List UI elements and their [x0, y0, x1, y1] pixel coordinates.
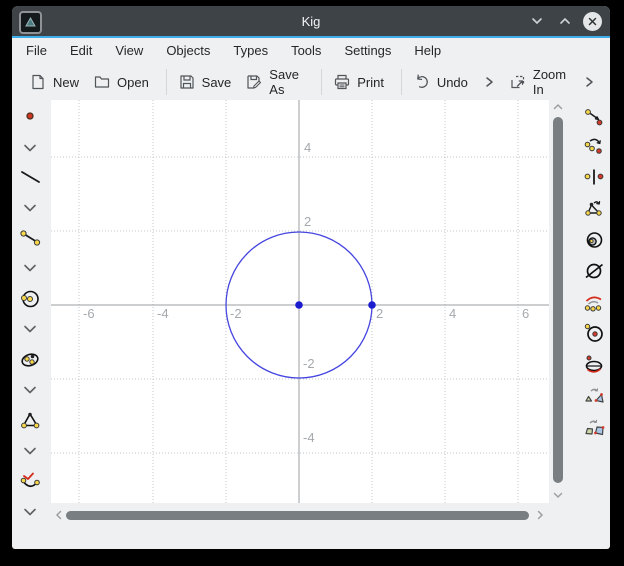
y-axis-label: -2 — [303, 356, 315, 371]
menu-view[interactable]: View — [115, 43, 143, 58]
menu-objects[interactable]: Objects — [166, 43, 210, 58]
new-button[interactable]: New — [30, 74, 79, 90]
horizontal-scrollbar-thumb[interactable] — [66, 511, 529, 520]
new-document-icon — [30, 74, 46, 90]
menubar: File Edit View Objects Types Tools Setti… — [12, 38, 610, 62]
zoom-in-icon — [510, 74, 526, 90]
scale-tool[interactable] — [582, 228, 606, 252]
undo-icon — [414, 74, 430, 90]
circle-tool-dropdown-chevron[interactable] — [18, 317, 42, 341]
inversion-tool[interactable] — [582, 259, 606, 283]
circle-inversion-tool[interactable] — [582, 321, 606, 345]
conic-inversion-tool[interactable] — [582, 353, 606, 377]
point-reflection-tool[interactable] — [582, 165, 606, 189]
point-tool-dropdown-chevron[interactable] — [18, 136, 42, 160]
vertical-scrollbar-thumb[interactable] — [553, 117, 563, 483]
similitude-tool[interactable] — [582, 384, 606, 408]
desktop-background: { "titlebar": { "title": "Kig" }, "menub… — [0, 0, 624, 566]
undo-button[interactable]: Undo — [414, 74, 468, 90]
conic-tool[interactable] — [18, 348, 42, 372]
kig-window: Kig File Edit View Objects Types Tools S… — [12, 6, 610, 549]
x-axis-label: -2 — [230, 306, 242, 321]
scroll-down-arrow[interactable] — [551, 488, 565, 502]
close-button[interactable] — [583, 12, 602, 31]
translate-tool[interactable] — [582, 105, 606, 129]
undo-group-expand-chevron[interactable] — [483, 76, 495, 88]
conic-tool-dropdown-chevron[interactable] — [18, 378, 42, 402]
main-toolbar: New Open Save Save As Print — [12, 62, 610, 102]
axis-reflection-tool[interactable] — [582, 196, 606, 220]
scroll-left-arrow[interactable] — [52, 508, 66, 522]
x-axis-label: 6 — [522, 306, 529, 321]
menu-settings[interactable]: Settings — [344, 43, 391, 58]
arc-tool-dropdown-chevron[interactable] — [18, 500, 42, 524]
line-tool-dropdown-chevron[interactable] — [18, 196, 42, 220]
arc-inversion-tool[interactable] — [582, 291, 606, 315]
open-folder-icon — [94, 74, 110, 90]
print-button[interactable]: Print — [334, 74, 384, 90]
zoom-group-expand-chevron[interactable] — [583, 76, 595, 88]
polygon-tool-dropdown-chevron[interactable] — [18, 439, 42, 463]
point-tool[interactable] — [18, 104, 42, 128]
segment-tool-dropdown-chevron[interactable] — [18, 256, 42, 280]
open-button[interactable]: Open — [94, 74, 149, 90]
menu-help[interactable]: Help — [414, 43, 441, 58]
x-axis-label: 2 — [376, 306, 383, 321]
save-as-button[interactable]: Save As — [246, 67, 304, 97]
window-title: Kig — [12, 14, 610, 29]
circle-tool[interactable] — [18, 287, 42, 311]
x-axis-label: -6 — [83, 306, 95, 321]
menu-types[interactable]: Types — [233, 43, 268, 58]
scroll-right-arrow[interactable] — [533, 508, 547, 522]
y-axis-label: 2 — [304, 214, 311, 229]
toolbar-separator — [401, 69, 402, 95]
save-icon — [179, 74, 195, 90]
toolbar-separator — [166, 69, 167, 95]
center-point[interactable] — [295, 301, 303, 309]
save-button[interactable]: Save — [179, 74, 232, 90]
arc-tool[interactable] — [18, 470, 42, 494]
geometry-canvas[interactable]: -6 -4 -2 2 4 6 4 2 -2 -4 — [51, 100, 549, 503]
x-axis-label: -4 — [157, 306, 169, 321]
maximize-button[interactable] — [555, 11, 575, 31]
circle-point[interactable] — [368, 301, 376, 309]
projectivity-tool[interactable] — [582, 416, 606, 440]
y-axis-label: -4 — [303, 430, 315, 445]
titlebar[interactable]: Kig — [12, 6, 610, 36]
segment-tool[interactable] — [18, 226, 42, 250]
zoom-in-button[interactable]: Zoom In — [510, 67, 568, 97]
menu-edit[interactable]: Edit — [70, 43, 92, 58]
menu-file[interactable]: File — [26, 43, 47, 58]
x-axis-label: 4 — [449, 306, 456, 321]
scroll-up-arrow[interactable] — [551, 100, 565, 114]
minimize-button[interactable] — [527, 11, 547, 31]
y-axis-label: 4 — [304, 140, 311, 155]
save-as-icon — [246, 74, 262, 90]
menu-tools[interactable]: Tools — [291, 43, 321, 58]
toolbar-separator — [321, 69, 322, 95]
line-tool[interactable] — [18, 165, 42, 189]
rotate-tool[interactable] — [582, 134, 606, 158]
print-icon — [334, 74, 350, 90]
polygon-tool[interactable] — [18, 409, 42, 433]
